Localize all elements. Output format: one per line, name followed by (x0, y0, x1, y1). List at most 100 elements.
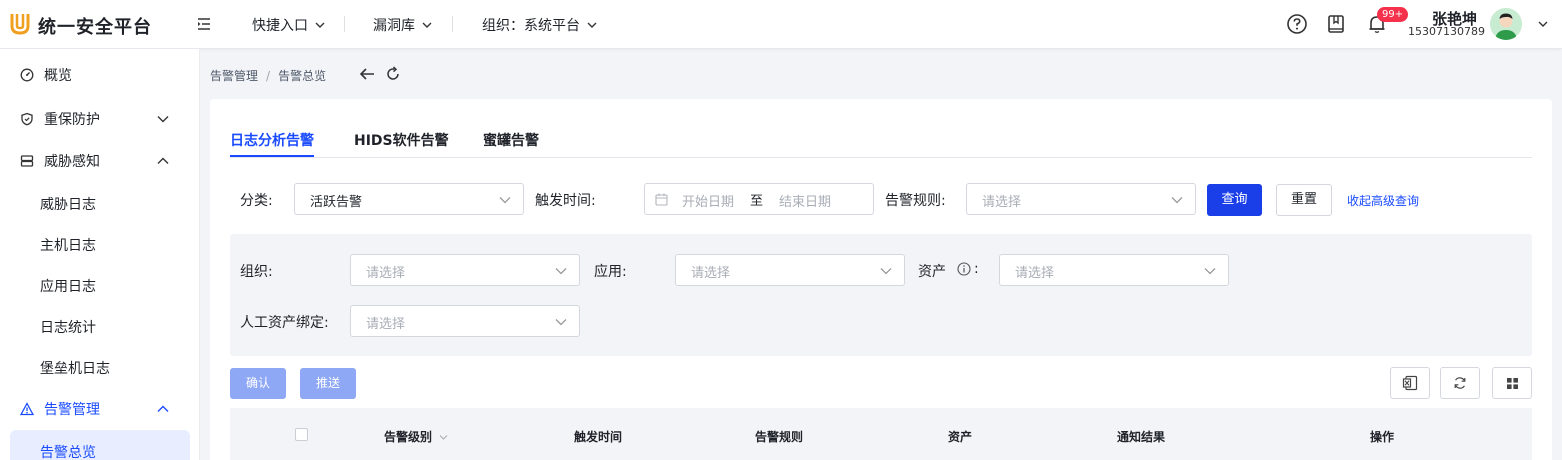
tab-hids[interactable]: HIDS软件告警 (354, 130, 449, 150)
refresh-icon[interactable] (385, 66, 401, 82)
sidebar-item-threat[interactable]: 威胁感知 (0, 141, 200, 181)
sidebar: 概览 重保防护 威胁感知 威胁日志 主机日志 应用日志 日志统计 堡垒机日志 告… (0, 49, 200, 460)
chevron-down-icon (1171, 197, 1183, 204)
app-label: 应用: (594, 264, 627, 280)
sidebar-item-label: 威胁感知 (44, 154, 100, 170)
nav-org-label: 组织：系统平台 (482, 18, 580, 34)
chevron-down-icon (499, 197, 511, 204)
manual-binding-select[interactable]: 请选择 (350, 305, 580, 337)
column-label: 告警级别 (384, 430, 433, 444)
org-select[interactable]: 请选择 (350, 254, 580, 286)
collapse-advanced-link[interactable]: 收起高级查询 (1347, 192, 1419, 209)
table-header: 告警级别 触发时间 告警规则 资产 通知结果 操作 (230, 408, 1532, 460)
advanced-filter-panel: 组织: 请选择 应用: 请选择 资产 : 请选择 人工资产绑定: 请选择 (230, 234, 1532, 356)
sort-icon (439, 435, 448, 440)
sidebar-item-label: 告警管理 (44, 402, 100, 418)
nav-quick-entry[interactable]: 快捷入口 (252, 15, 326, 35)
server-icon (20, 155, 34, 167)
asset-label: 资产 (918, 264, 946, 280)
export-excel-button[interactable] (1390, 367, 1430, 399)
sidebar-subitem-log-stats[interactable]: 日志统计 (40, 317, 96, 337)
reset-button[interactable]: 重置 (1276, 184, 1332, 216)
chevron-down-icon (555, 268, 567, 275)
category-label: 分类: (240, 193, 273, 209)
user-phone: 15307130789 (1408, 25, 1485, 38)
asset-select[interactable]: 请选择 (999, 254, 1229, 286)
alert-card: 日志分析告警 HIDS软件告警 蜜罐告警 分类: 活跃告警 触发时间: 开始日期… (210, 99, 1552, 460)
dashboard-icon (20, 68, 34, 82)
sidebar-subitem-threat-log[interactable]: 威胁日志 (40, 194, 96, 214)
rule-select[interactable]: 请选择 (966, 183, 1196, 215)
chevron-down-icon[interactable] (1537, 18, 1549, 30)
nav-org-select[interactable]: 组织：系统平台 (482, 15, 598, 35)
rule-placeholder: 请选择 (982, 195, 1022, 210)
breadcrumb-separator: / (266, 68, 271, 83)
breadcrumb-parent[interactable]: 告警管理 (210, 67, 258, 84)
tab-log-analysis[interactable]: 日志分析告警 (230, 130, 314, 150)
grid-icon (1506, 377, 1518, 389)
sidebar-subitem-app-log[interactable]: 应用日志 (40, 276, 96, 296)
category-select[interactable]: 活跃告警 (294, 183, 524, 215)
sidebar-subitem-alert-overview[interactable]: 告警总览 (10, 430, 190, 460)
date-range-to: 至 (750, 194, 764, 209)
select-all-checkbox[interactable] (295, 428, 308, 441)
warning-icon (20, 402, 34, 416)
breadcrumb-current: 告警总览 (278, 69, 327, 83)
app-title: 统一安全平台 (38, 17, 152, 38)
sidebar-item-alerts[interactable]: 告警管理 (0, 389, 200, 429)
app-select[interactable]: 请选择 (675, 254, 905, 286)
column-asset: 资产 (948, 430, 973, 444)
rule-label: 告警规则: (885, 193, 946, 209)
tab-honeypot[interactable]: 蜜罐告警 (483, 130, 539, 150)
chevron-down-icon (157, 116, 169, 123)
divider (344, 16, 345, 32)
column-alert-level[interactable]: 告警级别 (384, 428, 448, 445)
chevron-down-icon (315, 22, 325, 28)
chevron-up-icon (157, 405, 169, 412)
chevron-up-icon (157, 157, 169, 164)
sidebar-item-overview[interactable]: 概览 (0, 55, 200, 95)
back-arrow-icon[interactable] (358, 66, 376, 82)
trigger-time-label: 触发时间: (535, 193, 596, 209)
column-alert-rule: 告警规则 (755, 430, 804, 444)
org-label: 组织: (240, 264, 273, 280)
app-placeholder: 请选择 (691, 266, 731, 281)
top-bar: 统一安全平台 快捷入口 漏洞库 组织：系统平台 99+ 张艳坤 15307130… (0, 0, 1562, 49)
chevron-down-icon (422, 22, 432, 28)
excel-icon (1402, 375, 1418, 391)
tab-bar: 日志分析告警 HIDS软件告警 蜜罐告警 (230, 99, 1532, 158)
help-icon[interactable] (1286, 13, 1308, 35)
column-settings-button[interactable] (1492, 367, 1532, 399)
column-actions: 操作 (1370, 430, 1395, 444)
column-trigger-time: 触发时间 (574, 430, 623, 444)
push-button[interactable]: 推送 (300, 368, 356, 399)
date-range-picker[interactable]: 开始日期 至 结束日期 (644, 183, 874, 215)
manual-binding-label: 人工资产绑定: (240, 315, 329, 331)
avatar[interactable] (1490, 8, 1522, 40)
menu-fold-icon[interactable] (196, 16, 212, 32)
sidebar-item-label: 重保防护 (44, 112, 100, 128)
nav-vuln-db[interactable]: 漏洞库 (373, 15, 433, 35)
tab-active-indicator (230, 155, 314, 157)
sidebar-subitem-host-log[interactable]: 主机日志 (40, 235, 96, 255)
nav-quick-entry-label: 快捷入口 (252, 18, 308, 34)
nav-vuln-db-label: 漏洞库 (373, 18, 415, 34)
chevron-down-icon (880, 268, 892, 275)
chevron-down-icon (1204, 268, 1216, 275)
confirm-button[interactable]: 确认 (230, 368, 286, 399)
reload-button[interactable] (1440, 367, 1480, 399)
sidebar-item-label: 概览 (44, 68, 72, 84)
sidebar-subitem-label: 告警总览 (40, 445, 96, 460)
column-notify-result: 通知结果 (1117, 430, 1166, 444)
asset-placeholder: 请选择 (1015, 266, 1055, 281)
book-icon[interactable] (1325, 13, 1347, 35)
notification-badge: 99+ (1377, 7, 1409, 22)
sidebar-item-protection[interactable]: 重保防护 (0, 99, 200, 139)
org-placeholder: 请选择 (366, 266, 406, 281)
query-button[interactable]: 查询 (1207, 184, 1262, 216)
sidebar-subitem-bastion-log[interactable]: 堡垒机日志 (40, 358, 110, 378)
divider (452, 16, 453, 32)
logo-icon (10, 14, 30, 35)
end-date-placeholder: 结束日期 (779, 195, 832, 210)
info-icon[interactable] (957, 262, 971, 276)
